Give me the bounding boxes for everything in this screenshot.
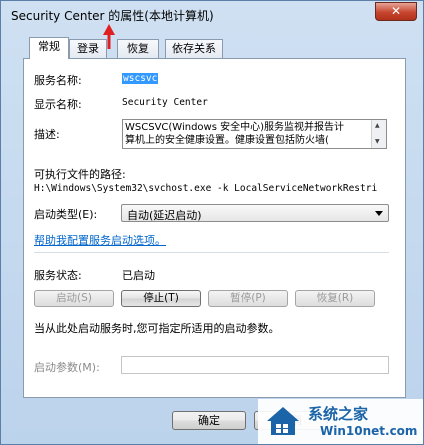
stop-button[interactable]: 停止(T) — [121, 290, 201, 307]
close-button[interactable]: ✕ — [375, 2, 417, 21]
ok-button[interactable]: 确定 — [172, 411, 246, 430]
service-status-label: 服务状态: — [34, 269, 82, 282]
start-params-label: 启动参数(M): — [34, 361, 100, 374]
tab-general[interactable]: 常规 — [29, 37, 69, 59]
separator — [34, 252, 389, 253]
description-scrollbar[interactable]: ▲ ▼ — [371, 120, 386, 148]
resume-button[interactable]: 恢复(R) — [295, 290, 375, 307]
house-logo-icon — [267, 407, 299, 435]
scroll-down-icon[interactable]: ▼ — [375, 138, 380, 145]
watermark-title: 系统之家 — [308, 405, 369, 423]
tab-dependencies[interactable]: 依存关系 — [165, 39, 223, 59]
startup-type-label: 启动类型(E): — [34, 208, 98, 221]
description-label: 描述: — [34, 128, 60, 141]
window-title: Security Center 的属性(本地计算机) — [11, 9, 214, 23]
startup-type-value: 自动(延迟启动) — [127, 209, 202, 222]
exe-path-label: 可执行文件的路径: — [34, 168, 126, 181]
watermark: 系统之家 Win10net.com — [258, 399, 423, 444]
pause-button[interactable]: 暂停(P) — [208, 290, 288, 307]
start-params-hint: 当从此处启动服务时,您可指定所适用的启动参数。 — [34, 322, 280, 335]
startup-type-select[interactable]: 自动(延迟启动) — [121, 204, 389, 222]
display-name-label: 显示名称: — [34, 98, 82, 111]
help-configure-link[interactable]: 帮助我配置服务启动选项。 — [34, 232, 166, 248]
tab-recovery[interactable]: 恢复 — [117, 39, 159, 59]
start-params-input[interactable] — [121, 356, 389, 374]
title-bar[interactable]: Security Center 的属性(本地计算机) ✕ — [1, 1, 423, 29]
service-name-value[interactable]: wscsvc — [122, 73, 159, 84]
exe-path-value[interactable]: H:\Windows\System32\svchost.exe -k Local… — [34, 183, 390, 194]
scroll-up-icon[interactable]: ▲ — [375, 122, 380, 129]
service-name-label: 服务名称: — [34, 74, 82, 87]
red-arrow-icon — [103, 24, 115, 49]
watermark-url: Win10net.com — [320, 424, 418, 438]
display-name-value[interactable]: Security Center — [122, 97, 208, 108]
properties-dialog: Security Center 的属性(本地计算机) ✕ 常规 登录 恢复 依存… — [0, 0, 424, 445]
dropdown-arrow-icon — [375, 211, 383, 216]
description-box[interactable]: WSCSVC(Windows 安全中心)服务监视并报告计 算机上的安全健康设置。… — [122, 119, 387, 149]
start-button[interactable]: 启动(S) — [34, 290, 114, 307]
description-text: WSCSVC(Windows 安全中心)服务监视并报告计 算机上的安全健康设置。… — [125, 122, 345, 146]
service-status-value: 已启动 — [122, 269, 155, 282]
